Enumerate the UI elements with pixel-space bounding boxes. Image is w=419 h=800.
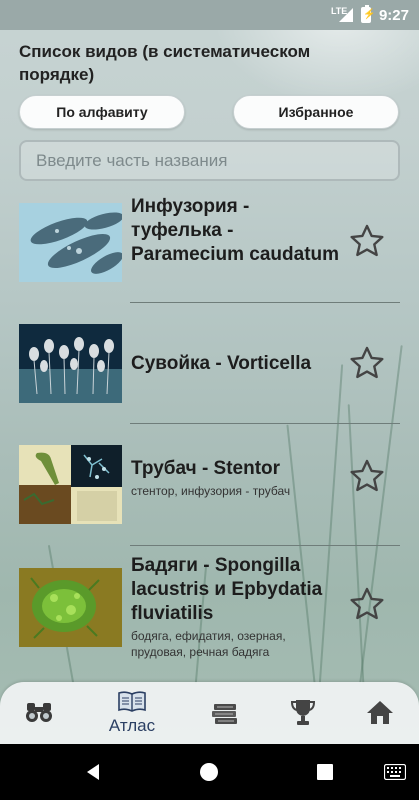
bottom-navigation: Атлас <box>0 682 419 744</box>
species-synonyms: бодяга, ефидатия, озерная, прудовая, реч… <box>131 629 286 659</box>
divider <box>130 545 400 546</box>
lte-signal-icon: LTE <box>331 6 353 24</box>
nav-achievements[interactable] <box>268 682 338 744</box>
trophy-icon <box>290 700 316 725</box>
nav-observations[interactable] <box>4 682 74 744</box>
paramecium-photo <box>19 203 122 282</box>
system-navigation-bar <box>0 744 419 800</box>
favorite-star-icon[interactable] <box>348 344 386 382</box>
species-name: Инфузория - туфелька - Paramecium caudat… <box>131 196 340 265</box>
keyboard-icon[interactable] <box>384 764 406 780</box>
nav-library[interactable] <box>190 682 260 744</box>
sort-alphabet-button[interactable]: По алфавиту <box>19 95 185 129</box>
vorticella-photo <box>19 324 122 403</box>
home-circle-icon[interactable] <box>199 762 219 782</box>
favorites-button[interactable]: Избранное <box>233 95 399 129</box>
recents-icon[interactable] <box>316 763 334 781</box>
home-icon <box>367 701 393 724</box>
divider <box>130 302 400 303</box>
species-name: Бадяги - Spongilla lacustris и Epbydatia… <box>131 555 323 624</box>
favorite-star-icon[interactable] <box>348 457 386 495</box>
stentor-photo <box>19 445 122 524</box>
page-title: Список видов (в систематическом порядке) <box>19 42 311 84</box>
nav-atlas[interactable]: Атлас <box>97 682 167 744</box>
status-bar: LTE ⚡ 9:27 <box>0 0 419 30</box>
book-icon <box>118 691 146 712</box>
spongilla-photo <box>19 568 122 647</box>
species-synonyms: стентор, инфузория - трубач <box>131 484 291 498</box>
books-stack-icon <box>212 704 237 724</box>
back-icon[interactable] <box>83 762 103 782</box>
divider <box>130 423 400 424</box>
species-name: Сувойка - Vorticella <box>131 353 312 374</box>
battery-icon: ⚡ <box>360 5 375 23</box>
status-time: 9:27 <box>378 6 409 24</box>
nav-atlas-label: Атлас <box>108 716 156 735</box>
favorite-star-icon[interactable] <box>348 585 386 623</box>
species-name: Трубач - Stentor <box>131 458 281 479</box>
nav-home[interactable] <box>345 682 415 744</box>
favorite-star-icon[interactable] <box>348 222 386 260</box>
binoculars-icon <box>26 703 52 722</box>
search-input[interactable] <box>19 140 400 181</box>
